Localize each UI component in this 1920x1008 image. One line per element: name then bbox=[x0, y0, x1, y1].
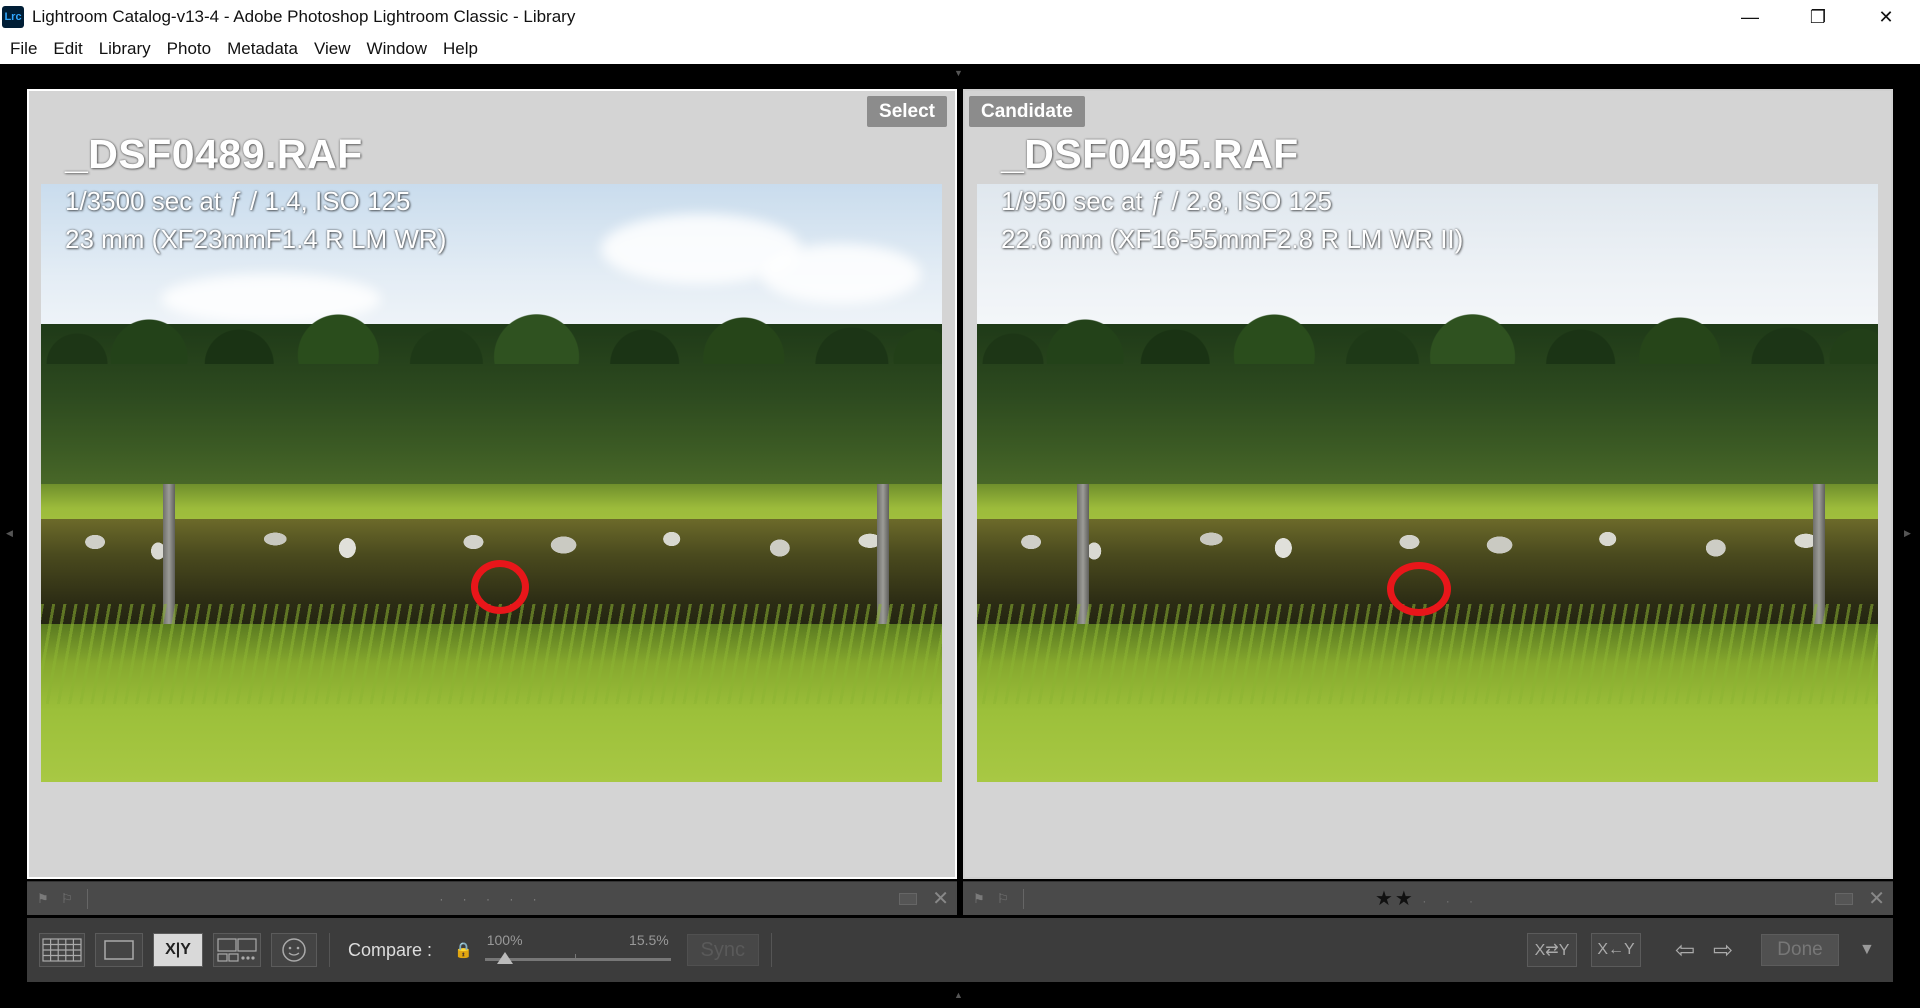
zoom-min-label: 100% bbox=[486, 932, 523, 948]
empty-rating-dots: · · · bbox=[1422, 894, 1482, 908]
annotation-circle bbox=[471, 560, 529, 614]
select-lens: 23 mm (XF23mmF1.4 R LM WR) bbox=[65, 224, 447, 254]
color-label-swatch[interactable] bbox=[1835, 892, 1853, 905]
select-exposure: 1/3500 sec at ƒ / 1.4, ISO 125 bbox=[65, 186, 411, 216]
menu-view[interactable]: View bbox=[306, 39, 359, 59]
minimize-button[interactable]: — bbox=[1716, 0, 1784, 34]
candidate-info-strip: ⚑ ⚐ ★★ · · · ✕ bbox=[963, 881, 1893, 915]
lightroom-app-icon: Lrc bbox=[2, 6, 24, 28]
select-rating[interactable]: · · · · · bbox=[439, 892, 544, 906]
candidate-lens: 22.6 mm (XF16-55mmF2.8 R LM WR II) bbox=[1001, 224, 1464, 254]
menu-photo[interactable]: Photo bbox=[159, 39, 219, 59]
title-bar: Lrc Lightroom Catalog-v13-4 - Adobe Phot… bbox=[0, 0, 1920, 34]
sync-button[interactable]: Sync bbox=[686, 934, 759, 966]
slider-thumb[interactable] bbox=[496, 952, 513, 964]
grid-icon bbox=[42, 938, 82, 962]
annotation-circle bbox=[1387, 562, 1451, 616]
grid-view-button[interactable] bbox=[39, 933, 85, 967]
select-filename: _DSF0489.RAF bbox=[65, 131, 363, 177]
flag-icon[interactable]: ⚑ bbox=[973, 891, 987, 906]
zoom-slider[interactable]: 100% 15.5% bbox=[484, 930, 671, 970]
menu-help[interactable]: Help bbox=[435, 39, 486, 59]
left-panel-toggle-icon[interactable]: ◀ bbox=[6, 528, 13, 539]
loupe-view-button[interactable] bbox=[95, 933, 143, 967]
zoom-current-label: 15.5% bbox=[629, 932, 669, 948]
candidate-filename: _DSF0495.RAF bbox=[1001, 131, 1299, 177]
candidate-pane[interactable]: Candidate _DSF0495.RAF 1/950 sec at ƒ / … bbox=[963, 89, 1893, 879]
compare-view-button[interactable]: X|Y bbox=[153, 933, 203, 967]
survey-view-button[interactable] bbox=[213, 933, 261, 967]
candidate-exposure: 1/950 sec at ƒ / 2.8, ISO 125 bbox=[1001, 186, 1332, 216]
right-panel-toggle-icon[interactable]: ▶ bbox=[1904, 528, 1911, 539]
compare-label: Compare : bbox=[348, 939, 433, 960]
close-icon[interactable]: ✕ bbox=[932, 886, 949, 911]
select-pane[interactable]: Select _DSF0489.RAF 1/3500 sec at ƒ / 1.… bbox=[27, 89, 957, 879]
menu-window[interactable]: Window bbox=[359, 39, 435, 59]
next-arrow-icon[interactable]: ⇨ bbox=[1709, 933, 1737, 967]
lock-icon[interactable]: 🔒 bbox=[454, 941, 473, 959]
top-panel-toggle-icon[interactable]: ▼ bbox=[954, 68, 963, 78]
loupe-icon bbox=[104, 940, 134, 960]
reject-flag-icon[interactable]: ⚐ bbox=[997, 891, 1011, 906]
restore-button[interactable]: ❐ bbox=[1784, 0, 1852, 34]
select-info-strip: ⚑ ⚐ · · · · · ✕ bbox=[27, 881, 957, 915]
done-button[interactable]: Done bbox=[1761, 934, 1839, 966]
reject-flag-icon[interactable]: ⚐ bbox=[61, 891, 75, 906]
select-badge: Select bbox=[867, 96, 947, 127]
menu-edit[interactable]: Edit bbox=[45, 39, 90, 59]
filmstrip-toggle-icon[interactable]: ▲ bbox=[954, 990, 963, 1000]
flag-icon[interactable]: ⚑ bbox=[37, 891, 51, 906]
candidate-badge: Candidate bbox=[969, 96, 1085, 127]
menu-library[interactable]: Library bbox=[91, 39, 159, 59]
candidate-rating[interactable]: ★★ · · · bbox=[1375, 886, 1481, 911]
make-select-button[interactable]: X←Y bbox=[1591, 933, 1641, 967]
close-button[interactable]: ✕ bbox=[1852, 0, 1920, 34]
color-label-swatch[interactable] bbox=[899, 892, 917, 905]
candidate-photo[interactable] bbox=[977, 184, 1878, 782]
people-view-button[interactable] bbox=[271, 933, 317, 967]
window-controls: — ❐ ✕ bbox=[1716, 0, 1920, 34]
survey-icon bbox=[217, 938, 257, 962]
toolbar-menu-icon[interactable]: ▼ bbox=[1859, 941, 1883, 959]
menu-metadata[interactable]: Metadata bbox=[219, 39, 306, 59]
toolbar-right-group: X⇄Y X←Y ⇦ ⇨ Done ▼ bbox=[1527, 933, 1883, 967]
face-icon bbox=[282, 938, 306, 962]
previous-arrow-icon[interactable]: ⇦ bbox=[1671, 933, 1699, 967]
select-photo[interactable] bbox=[41, 184, 942, 782]
star-rating: ★★ bbox=[1374, 888, 1415, 910]
menu-bar: File Edit Library Photo Metadata View Wi… bbox=[0, 34, 1920, 64]
menu-file[interactable]: File bbox=[2, 39, 45, 59]
window-title: Lightroom Catalog-v13-4 - Adobe Photosho… bbox=[32, 7, 576, 26]
toolbar: X|Y Compare : 🔒 100% 15.5% Sync X⇄Y X←Y … bbox=[27, 918, 1893, 982]
close-icon[interactable]: ✕ bbox=[1868, 886, 1885, 911]
swap-button[interactable]: X⇄Y bbox=[1527, 933, 1577, 967]
